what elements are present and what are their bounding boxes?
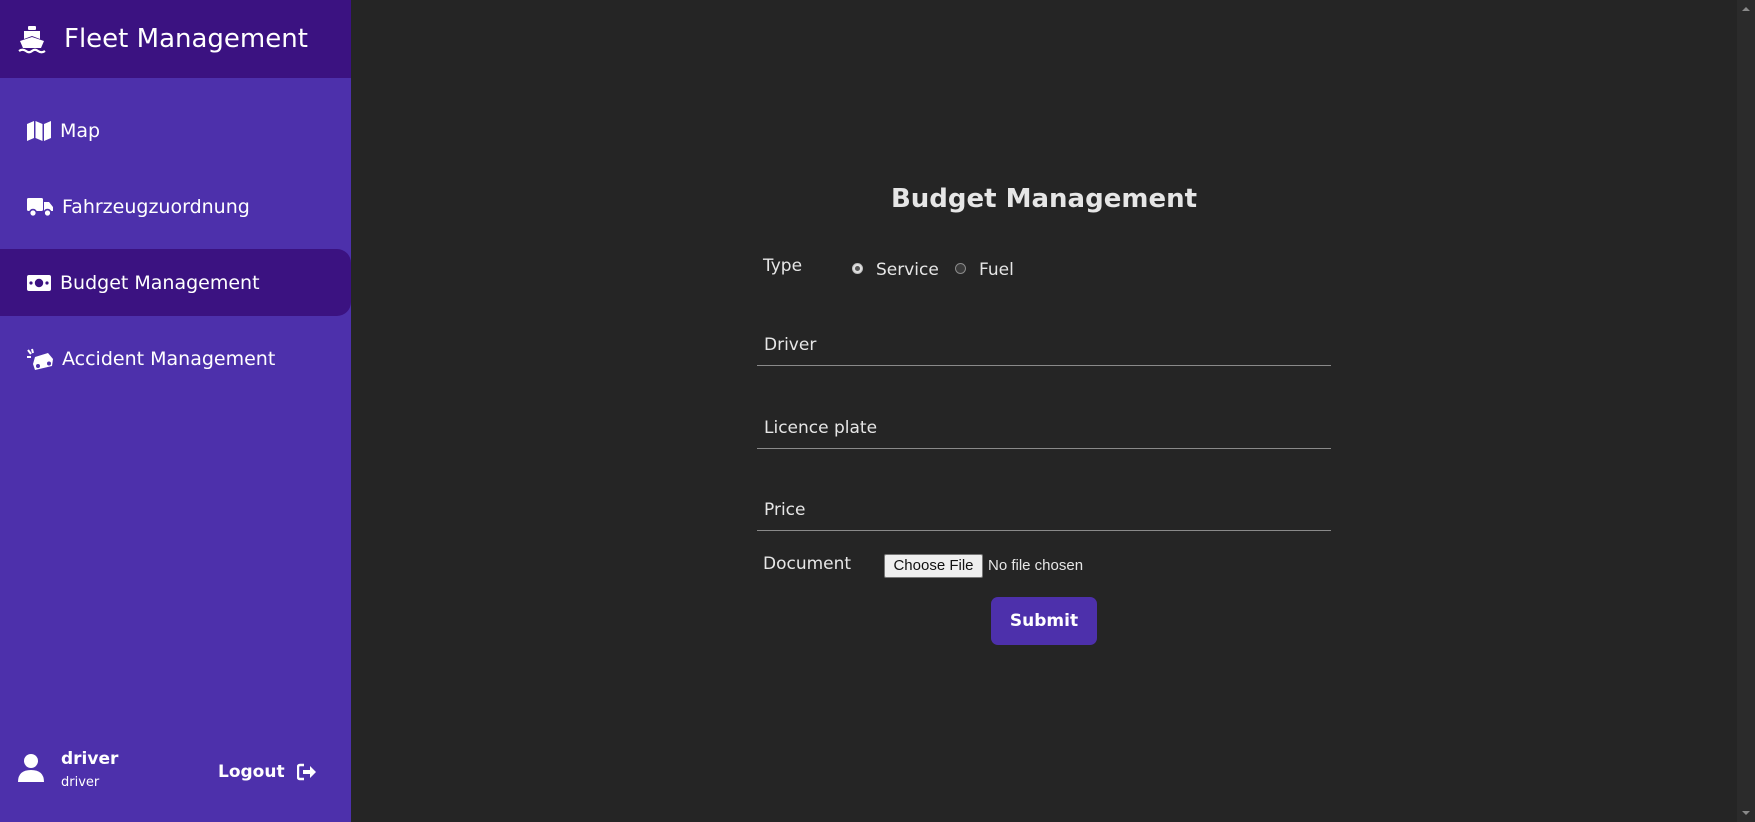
sidebar: Fleet Management Map Fahrzeugzuordnung B… (0, 0, 351, 822)
service-radio-label[interactable]: Service (876, 259, 939, 281)
licence-plate-input[interactable] (757, 408, 1331, 448)
sidebar-item-label: Accident Management (62, 348, 276, 370)
sidebar-header: Fleet Management (0, 0, 351, 78)
driver-field (757, 325, 1331, 366)
price-input[interactable] (757, 490, 1331, 530)
fuel-radio[interactable] (955, 263, 966, 274)
sign-out-icon (296, 763, 316, 781)
submit-button[interactable]: Submit (991, 597, 1097, 645)
user-role: driver (61, 775, 100, 790)
scroll-up-icon[interactable] (1737, 0, 1755, 18)
main-content: Budget Management Type Service Fuel Docu… (351, 0, 1737, 822)
truck-icon (27, 198, 53, 218)
scroll-down-icon[interactable] (1737, 804, 1755, 822)
app-title: Fleet Management (64, 24, 308, 54)
sidebar-item-fahrzeugzuordnung[interactable]: Fahrzeugzuordnung (0, 173, 351, 240)
sidebar-item-map[interactable]: Map (0, 98, 351, 165)
sidebar-item-label: Fahrzeugzuordnung (62, 196, 250, 218)
fuel-radio-label[interactable]: Fuel (979, 259, 1014, 281)
file-status: No file chosen (988, 557, 1084, 574)
money-bill-icon (27, 275, 51, 291)
driver-input[interactable] (757, 325, 1331, 365)
user-icon (18, 754, 44, 782)
choose-file-button[interactable]: Choose File (884, 554, 983, 578)
scrollbar[interactable] (1737, 0, 1755, 822)
car-crash-icon (27, 348, 53, 370)
page-title: Budget Management (890, 184, 1198, 214)
licence-plate-field (757, 408, 1331, 449)
logout-label: Logout (218, 762, 285, 782)
logout-button[interactable]: Logout (218, 760, 317, 784)
sidebar-item-label: Budget Management (60, 272, 260, 294)
ship-icon (18, 26, 46, 54)
app-window: Fleet Management Map Fahrzeugzuordnung B… (0, 0, 1755, 822)
sidebar-item-label: Map (60, 120, 101, 142)
map-icon (27, 121, 51, 141)
sidebar-item-accident-management[interactable]: Accident Management (0, 325, 351, 392)
service-radio[interactable] (852, 263, 863, 274)
sidebar-item-budget-management[interactable]: Budget Management (0, 249, 351, 316)
document-label: Document (763, 554, 852, 574)
type-label: Type (763, 256, 803, 276)
user-name: driver (61, 749, 119, 769)
price-field (757, 490, 1331, 531)
